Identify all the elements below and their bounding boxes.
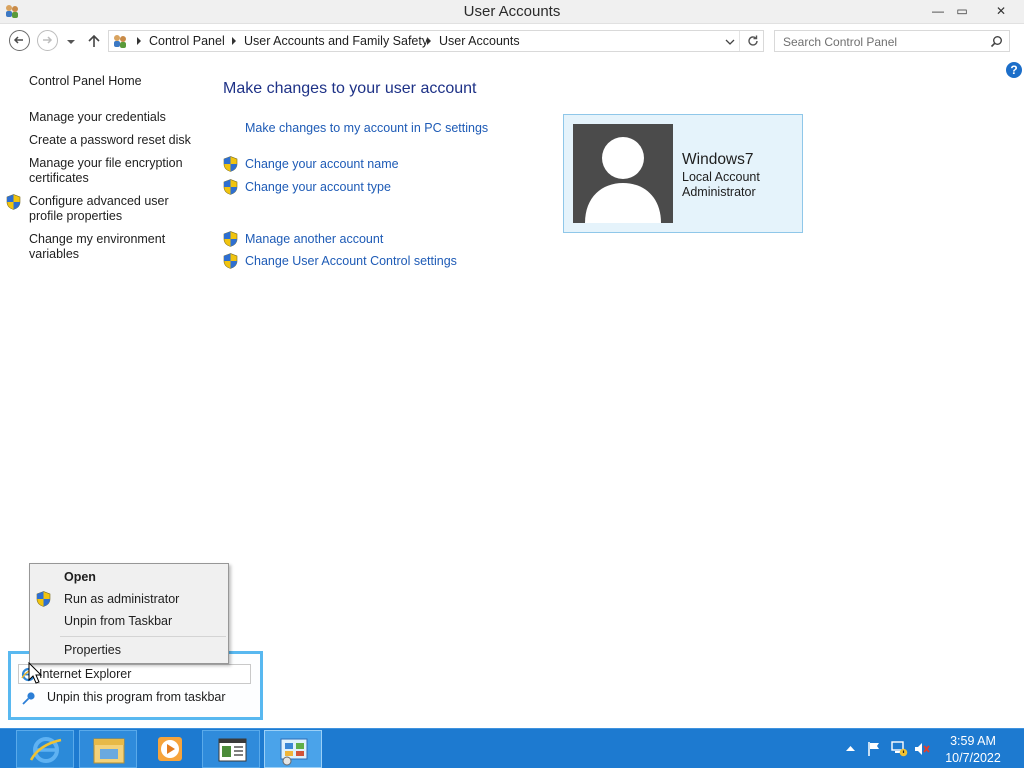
taskbar-control-panel-button[interactable] (264, 730, 322, 768)
maximize-button[interactable]: ▭ (948, 0, 976, 22)
change-account-name-link[interactable]: Change your account name (245, 157, 399, 171)
page-title: Make changes to your user account (223, 80, 477, 97)
breadcrumb-control-panel[interactable]: Control Panel (149, 34, 225, 48)
uac-shield-icon (223, 156, 238, 172)
search-placeholder: Search Control Panel (783, 35, 898, 49)
mouse-pointer-icon (28, 662, 42, 684)
menu-item-properties[interactable]: Properties (64, 643, 121, 657)
uac-shield-icon (36, 591, 51, 607)
taskbar-media-player-button[interactable] (141, 730, 199, 768)
address-bar[interactable]: Control Panel User Accounts and Family S… (108, 30, 764, 52)
breadcrumb-user-accounts[interactable]: User Accounts (439, 34, 520, 48)
breadcrumb-separator-icon[interactable] (230, 36, 238, 46)
environment-variables-link[interactable]: Change my environment variables (29, 232, 199, 262)
avatar (573, 124, 673, 223)
uac-shield-icon (223, 179, 238, 195)
back-arrow-icon (13, 36, 23, 44)
breadcrumb-separator-icon[interactable] (135, 36, 143, 46)
jump-list-program-item[interactable]: Internet Explorer (18, 664, 251, 684)
document-app-icon (218, 738, 247, 762)
clock-time[interactable]: 3:59 AM (940, 734, 1006, 748)
action-center-flag-icon[interactable] (866, 741, 882, 757)
network-icon[interactable] (891, 740, 908, 757)
help-icon[interactable]: ? (1006, 62, 1022, 78)
account-tile: Windows7 Local Account Administrator (563, 114, 803, 233)
recent-locations-chevron-down-icon[interactable] (64, 36, 78, 48)
pc-settings-link[interactable]: Make changes to my account in PC setting… (245, 121, 488, 135)
forward-button[interactable] (37, 30, 58, 51)
back-button[interactable] (9, 30, 30, 51)
breadcrumb-user-accounts-family-safety[interactable]: User Accounts and Family Safety (244, 34, 428, 48)
taskbar-file-explorer-button[interactable] (79, 730, 137, 768)
user-silhouette-icon (585, 137, 661, 223)
file-encryption-certificates-link[interactable]: Manage your file encryption certificates (29, 156, 199, 186)
menu-item-run-as-admin[interactable]: Run as administrator (64, 592, 179, 606)
account-role: Administrator (682, 185, 756, 199)
unpin-from-taskbar-item[interactable]: Unpin this program from taskbar (19, 688, 249, 708)
refresh-icon (748, 35, 758, 46)
internet-explorer-icon (29, 737, 62, 763)
uac-shield-icon (223, 253, 238, 269)
forward-arrow-icon (43, 36, 53, 44)
uac-shield-icon (223, 231, 238, 247)
change-account-type-link[interactable]: Change your account type (245, 180, 391, 194)
manage-credentials-link[interactable]: Manage your credentials (29, 110, 199, 125)
account-name: Windows7 (682, 151, 754, 168)
file-explorer-icon (93, 738, 125, 764)
menu-item-unpin[interactable]: Unpin from Taskbar (64, 614, 172, 628)
context-menu: Open Run as administrator Unpin from Tas… (29, 563, 229, 664)
taskbar: 3:59 AM 10/7/2022 (0, 728, 1024, 768)
manage-another-account-link[interactable]: Manage another account (245, 232, 383, 246)
title-bar: User Accounts — ▭ ✕ (0, 0, 1024, 24)
password-reset-disk-link[interactable]: Create a password reset disk (29, 133, 199, 148)
control-panel-home-link[interactable]: Control Panel Home (29, 74, 199, 89)
window-title: User Accounts (463, 3, 561, 20)
control-panel-icon (280, 738, 308, 766)
unpin-label: Unpin this program from taskbar (47, 690, 226, 704)
clock-date[interactable]: 10/7/2022 (940, 751, 1006, 765)
taskbar-document-app-button[interactable] (202, 730, 260, 768)
taskbar-internet-explorer-button[interactable] (16, 730, 74, 768)
search-icon[interactable] (990, 35, 1003, 48)
jump-list-program-label: Internet Explorer (39, 667, 132, 681)
menu-separator (60, 636, 226, 637)
media-player-icon (158, 737, 182, 761)
pin-icon (22, 692, 35, 705)
refresh-button[interactable] (739, 31, 765, 51)
uac-settings-link[interactable]: Change User Account Control settings (245, 254, 457, 268)
navigation-bar: Control Panel User Accounts and Family S… (0, 28, 1024, 54)
show-hidden-icons-chevron-up-icon[interactable] (846, 745, 855, 751)
address-history-chevron-down-icon[interactable] (723, 35, 737, 49)
uac-shield-icon (6, 194, 21, 210)
account-type: Local Account (682, 170, 760, 184)
menu-item-open[interactable]: Open (64, 570, 96, 584)
volume-muted-icon[interactable] (914, 741, 931, 757)
close-button[interactable]: ✕ (980, 0, 1022, 22)
advanced-user-profile-link[interactable]: Configure advanced user profile properti… (29, 194, 199, 224)
search-input[interactable]: Search Control Panel (774, 30, 1010, 52)
control-panel-icon (114, 35, 126, 48)
breadcrumb-separator-icon[interactable] (425, 36, 433, 46)
up-arrow-icon[interactable] (86, 33, 102, 49)
